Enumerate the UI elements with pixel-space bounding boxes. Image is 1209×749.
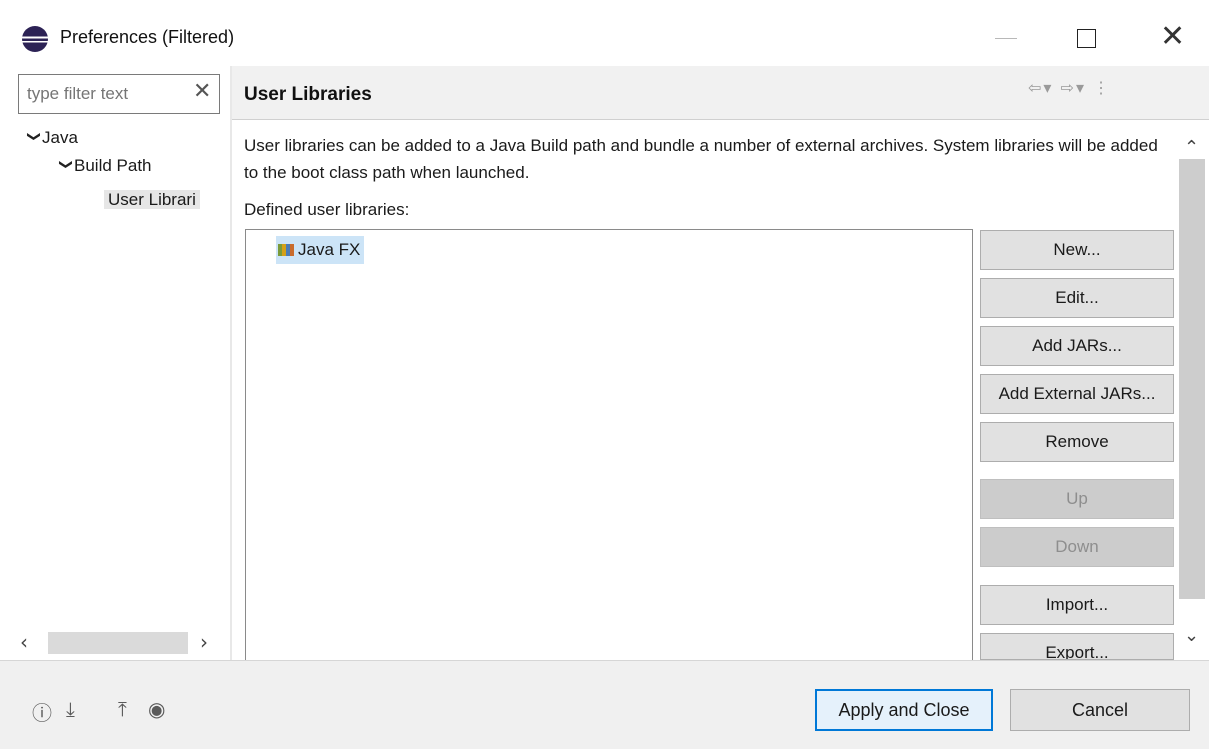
page-title: User Libraries (244, 84, 372, 105)
back-menu-icon[interactable]: ▾ (1043, 78, 1053, 97)
tree-item-label: Java (42, 128, 78, 147)
minimize-button[interactable] (995, 38, 1017, 39)
import-button[interactable]: Import... (980, 585, 1174, 625)
chevron-down-icon[interactable]: ❯ (51, 159, 79, 177)
tree-item-build-path[interactable]: ❯Build Path (56, 152, 152, 180)
close-window-button[interactable]: ✕ (1160, 22, 1185, 52)
page-header: User Libraries ⇦▾ ⇨▾ ⋮ (232, 66, 1209, 120)
window-title: Preferences (Filtered) (60, 27, 235, 47)
help-icon[interactable]: ⓘ (32, 697, 52, 726)
import-preferences-icon[interactable]: ⤓ (66, 697, 75, 721)
preference-page: User Libraries ⇦▾ ⇨▾ ⋮ User libraries ca… (232, 66, 1209, 660)
edit-button[interactable]: Edit... (980, 278, 1174, 318)
down-button[interactable]: Down (980, 527, 1174, 567)
record-icon[interactable]: ◉ (148, 697, 165, 721)
tree-item-java[interactable]: ❯Java (24, 124, 78, 152)
library-icon (278, 244, 294, 256)
library-name: Java FX (298, 240, 361, 259)
maximize-button[interactable] (1077, 29, 1096, 48)
page-description: User libraries can be added to a Java Bu… (244, 136, 1158, 182)
clear-filter-icon[interactable]: ✕ (193, 79, 211, 104)
scrollbar-thumb[interactable] (48, 632, 188, 654)
up-button[interactable]: Up (980, 479, 1174, 519)
add-external-jars-button[interactable]: Add External JARs... (980, 374, 1174, 414)
defined-libraries-label: Defined user libraries: (244, 200, 410, 219)
dialog-footer: ⓘ ⤓ ⤒ ◉ Apply and Close Cancel (0, 661, 1209, 749)
scrollbar-thumb[interactable] (1179, 159, 1205, 599)
export-preferences-icon[interactable]: ⤒ (118, 697, 127, 721)
navigation-controls: ⇦▾ ⇨▾ ⋮ (1028, 78, 1111, 97)
user-library-list[interactable]: Java FX (245, 229, 973, 660)
new-button[interactable]: New... (980, 230, 1174, 270)
chevron-down-icon[interactable]: ❯ (19, 131, 47, 149)
cancel-button[interactable]: Cancel (1010, 689, 1190, 731)
more-menu-icon[interactable]: ⋮ (1093, 78, 1111, 97)
back-arrow-icon[interactable]: ⇦ (1028, 78, 1043, 97)
scroll-up-icon[interactable]: ⌃ (1184, 137, 1199, 158)
remove-button[interactable]: Remove (980, 422, 1174, 462)
export-button[interactable]: Export... (980, 633, 1174, 660)
horizontal-scrollbar[interactable]: ‹ › (14, 630, 224, 656)
tree-item-label: User Librari (104, 190, 200, 209)
eclipse-logo-icon (22, 26, 48, 52)
scroll-down-icon[interactable]: ⌄ (1184, 625, 1199, 646)
scroll-right-icon[interactable]: › (200, 630, 208, 654)
filter-input[interactable] (27, 83, 187, 105)
scroll-left-icon[interactable]: ‹ (20, 630, 28, 654)
title-bar: Preferences (Filtered) ✕ (0, 0, 1209, 76)
tree-item-label: Build Path (74, 156, 152, 175)
filter-box: ✕ (18, 74, 220, 114)
forward-arrow-icon[interactable]: ⇨ (1061, 78, 1076, 97)
forward-menu-icon[interactable]: ▾ (1076, 78, 1086, 97)
apply-and-close-button[interactable]: Apply and Close (815, 689, 993, 731)
add-jars-button[interactable]: Add JARs... (980, 326, 1174, 366)
vertical-scrollbar[interactable]: ⌃ ⌄ (1177, 129, 1207, 660)
tree-item-user-libraries[interactable]: User Librari (104, 186, 224, 214)
list-item[interactable]: Java FX (276, 236, 365, 264)
preferences-tree-pane: ✕ ❯Java ❯Build Path User Librari ‹ › (0, 66, 230, 660)
